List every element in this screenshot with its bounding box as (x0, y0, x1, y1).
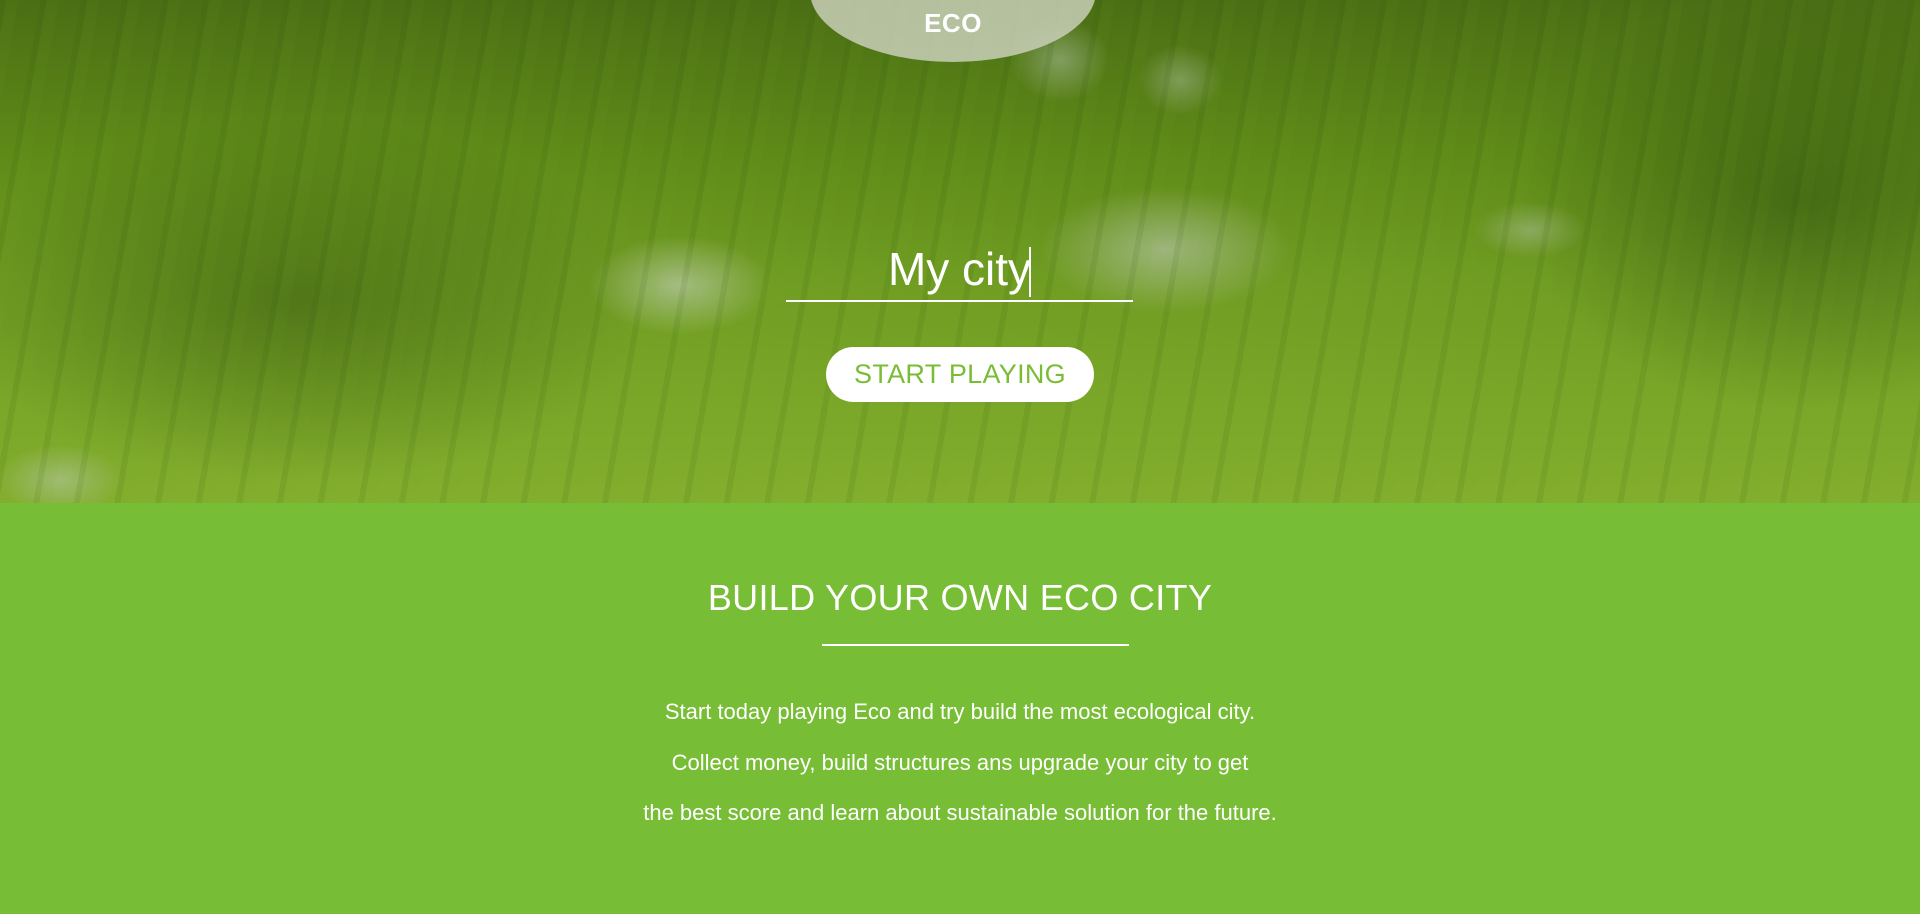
hero-section: ECO START PLAYING (0, 0, 1920, 503)
logo-text[interactable]: ECO (810, 8, 1096, 39)
city-name-field[interactable] (786, 240, 1133, 302)
description-line: Collect money, build structures ans upgr… (671, 750, 1249, 775)
text-caret (1029, 247, 1031, 297)
description-line: the best score and learn about sustainab… (643, 800, 1277, 825)
info-section: BUILD YOUR OWN ECO CITY Start today play… (0, 503, 1920, 914)
title-divider (822, 644, 1129, 646)
description-line: Start today playing Eco and try build th… (664, 699, 1256, 724)
start-playing-button[interactable]: START PLAYING (826, 347, 1094, 402)
city-name-input[interactable] (786, 240, 1133, 298)
section-title: BUILD YOUR OWN ECO CITY (707, 577, 1213, 618)
